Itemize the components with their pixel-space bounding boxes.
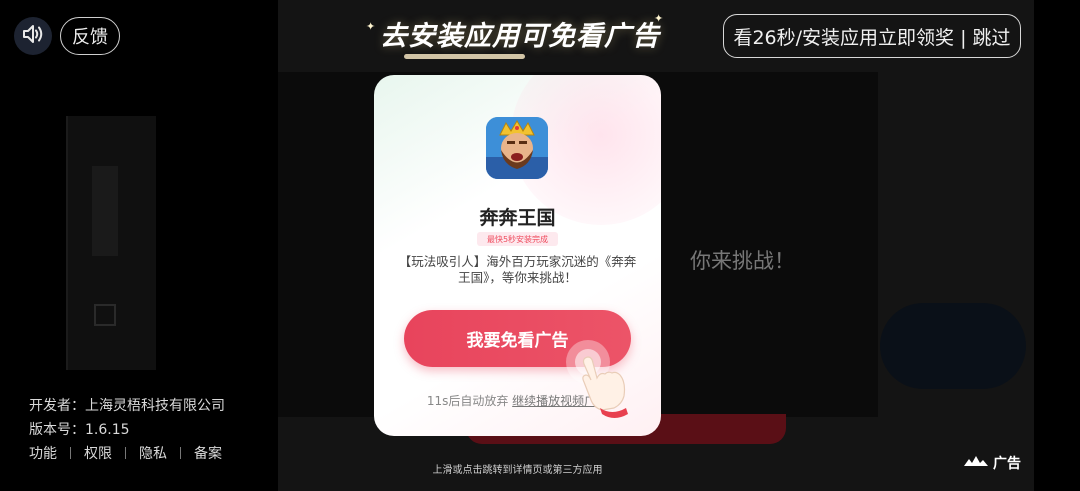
link-privacy[interactable]: 隐私 — [139, 443, 167, 463]
sparkle-icon: ✦ — [654, 12, 664, 25]
promo-banner-text: 去安装应用可免看广告 — [380, 21, 660, 52]
link-permissions[interactable]: 权限 — [84, 443, 112, 463]
speaker-icon — [21, 23, 45, 49]
ad-preview-thumbnail — [66, 116, 156, 370]
app-info-links: 功能 权限 隐私 备案 — [29, 443, 222, 463]
banner-underline — [404, 54, 525, 59]
ad-logo-icon — [963, 455, 989, 471]
feedback-button[interactable]: 反馈 — [60, 17, 120, 55]
mute-toggle-button[interactable] — [14, 17, 52, 55]
version-info: 版本号：1.6.15 — [29, 422, 130, 438]
swipe-hint: 上滑或点击跳转到详情页或第三方应用 — [432, 465, 603, 476]
ad-badge: 广告 — [963, 453, 1021, 473]
ad-video-title: 你来挑战！ — [690, 249, 795, 273]
sparkle-icon: ✦ — [366, 20, 376, 33]
app-description: 【玩法吸引人】海外百万玩家沉迷的《奔奔王国》，等你来挑战！ — [398, 254, 637, 285]
divider — [125, 447, 126, 459]
promo-banner: 去安装应用可免看广告 — [380, 14, 660, 59]
skip-button[interactable]: 看26秒/安装应用立即领奖 | 跳过 — [723, 14, 1021, 58]
link-features[interactable]: 功能 — [29, 443, 57, 463]
install-speed-tag: 最快5秒安装完成 — [477, 232, 558, 246]
divider — [70, 447, 71, 459]
ad-label: 广告 — [993, 456, 1021, 472]
link-filing[interactable]: 备案 — [194, 443, 222, 463]
ad-video-button-shadow — [880, 303, 1026, 389]
divider — [180, 447, 181, 459]
developer-info: 开发者：上海灵梧科技有限公司 — [29, 398, 225, 414]
hand-pointer-icon — [564, 338, 644, 420]
countdown-text: 11s后自动放弃 — [426, 394, 509, 408]
app-name: 奔奔王国 — [479, 207, 556, 229]
app-icon[interactable] — [486, 117, 548, 179]
